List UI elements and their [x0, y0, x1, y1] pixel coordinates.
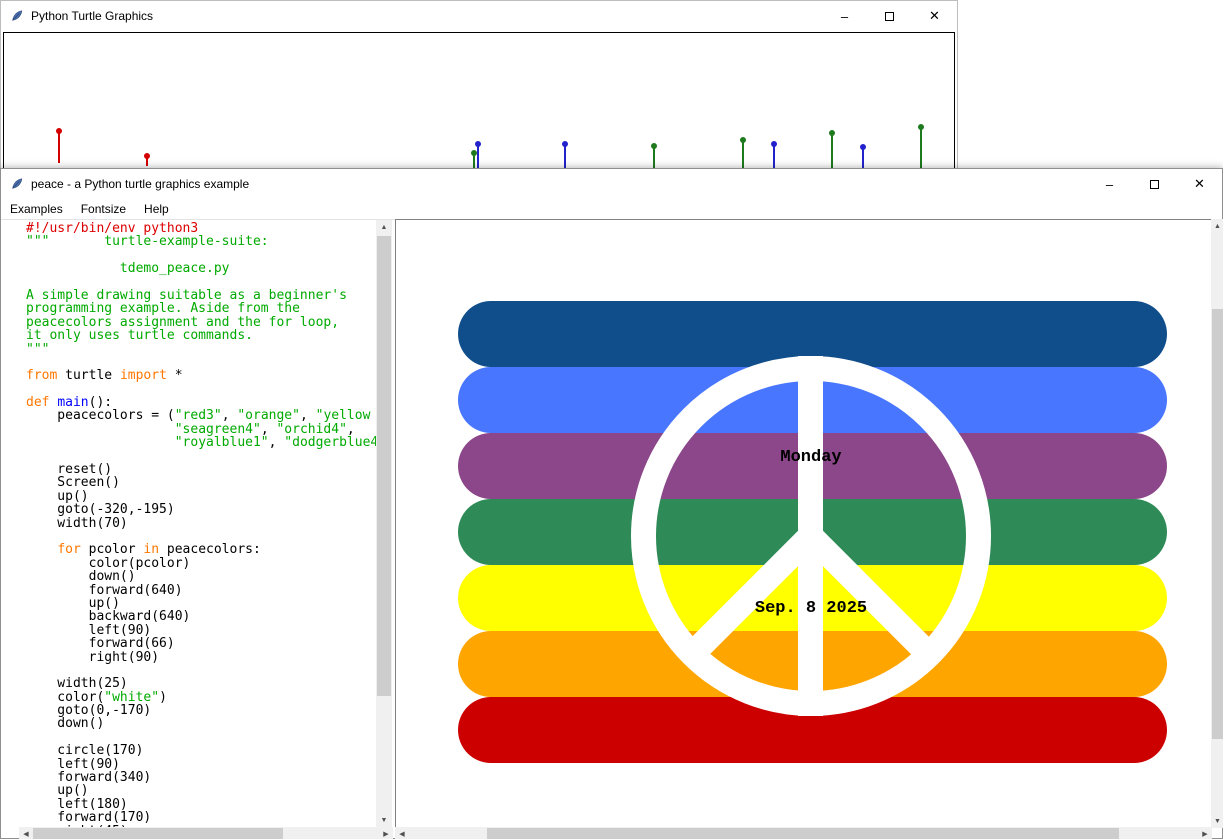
code-line: [26, 664, 376, 677]
close-button[interactable]: ✕: [1177, 169, 1222, 199]
scroll-left-icon[interactable]: ◀: [19, 827, 33, 839]
code-line: [26, 356, 376, 369]
front-titlebar[interactable]: peace - a Python turtle graphics example…: [1, 169, 1222, 199]
scrollbar-thumb[interactable]: [487, 828, 1119, 839]
scroll-up-icon[interactable]: ▲: [1211, 219, 1223, 233]
maximize-button[interactable]: [867, 1, 912, 31]
canvas-vertical-scrollbar[interactable]: ▲ ▼: [1211, 219, 1223, 828]
front-window-title: peace - a Python turtle graphics example: [31, 177, 249, 191]
code-line: def main():: [26, 396, 376, 409]
code-line: goto(-320,-195): [26, 503, 376, 516]
scroll-down-icon[interactable]: ▼: [1211, 814, 1223, 828]
scrollbar-thumb[interactable]: [377, 236, 391, 696]
code-line: down(): [26, 717, 376, 730]
minimize-button[interactable]: –: [822, 1, 867, 31]
canvas-text: Sep. 8 2025: [755, 599, 867, 618]
maximize-icon: [885, 12, 894, 21]
code-line: width(25): [26, 677, 376, 690]
peace-demo-window: peace - a Python turtle graphics example…: [0, 168, 1223, 839]
code-line: programming example. Aside from the: [26, 302, 376, 315]
turtle-figure: [146, 158, 148, 166]
code-line: up(): [26, 784, 376, 797]
menu-item-help[interactable]: Help: [135, 199, 178, 219]
code-line: backward(640): [26, 610, 376, 623]
code-line: peacecolors = ("red3", "orange", "yellow: [26, 409, 376, 422]
code-line: "seagreen4", "orchid4",: [26, 423, 376, 436]
turtle-figure: [862, 149, 864, 170]
maximize-icon: [1150, 180, 1159, 189]
minimize-button[interactable]: –: [1087, 169, 1132, 199]
code-line: [26, 731, 376, 744]
code-line: forward(66): [26, 637, 376, 650]
code-line: right(90): [26, 651, 376, 664]
code-line: circle(170): [26, 744, 376, 757]
code-line: goto(0,-170): [26, 704, 376, 717]
tk-feather-icon: [10, 9, 24, 23]
code-line: width(70): [26, 517, 376, 530]
code-line: Screen(): [26, 476, 376, 489]
code-vertical-scrollbar[interactable]: ▲ ▼: [376, 220, 392, 827]
code-line: forward(340): [26, 771, 376, 784]
scroll-right-icon[interactable]: ▶: [1198, 827, 1212, 839]
code-line: for pcolor in peacecolors:: [26, 543, 376, 556]
turtle-figure: [920, 129, 922, 170]
back-window-title: Python Turtle Graphics: [31, 9, 153, 23]
maximize-button[interactable]: [1132, 169, 1177, 199]
canvas-text: Monday: [780, 448, 841, 467]
code-line: [26, 276, 376, 289]
turtle-figure: [773, 146, 775, 170]
scroll-left-icon[interactable]: ◀: [395, 827, 409, 839]
code-line: it only uses turtle commands.: [26, 329, 376, 342]
code-line: """ turtle-example-suite:: [26, 235, 376, 248]
code-line: [26, 530, 376, 543]
code-line: """: [26, 343, 376, 356]
code-line: left(90): [26, 624, 376, 637]
code-line: [26, 249, 376, 262]
code-line: up(): [26, 597, 376, 610]
code-line: peacecolors assignment and the for loop,: [26, 316, 376, 329]
code-line: down(): [26, 570, 376, 583]
back-titlebar[interactable]: Python Turtle Graphics – ✕: [1, 1, 957, 31]
turtle-figure: [742, 142, 744, 170]
menu-bar: ExamplesFontsizeHelp: [1, 198, 1222, 220]
code-line: #!/usr/bin/env python3: [26, 222, 376, 235]
scrollbar-thumb[interactable]: [33, 828, 283, 839]
turtle-figure: [477, 146, 479, 170]
turtle-figure: [564, 146, 566, 170]
code-line: from turtle import *: [26, 369, 376, 382]
scroll-down-icon[interactable]: ▼: [376, 813, 392, 827]
code-text[interactable]: #!/usr/bin/env python3""" turtle-example…: [19, 220, 376, 827]
code-line: A simple drawing suitable as a beginner'…: [26, 289, 376, 302]
tk-feather-icon: [10, 177, 24, 191]
code-line: "royalblue1", "dodgerblue4: [26, 436, 376, 449]
code-line: tdemo_peace.py: [26, 262, 376, 275]
close-button[interactable]: ✕: [912, 1, 957, 31]
menu-item-examples[interactable]: Examples: [1, 199, 72, 219]
menu-item-fontsize[interactable]: Fontsize: [72, 199, 135, 219]
code-line: color("white"): [26, 691, 376, 704]
turtle-figure: [831, 135, 833, 170]
code-line: [26, 450, 376, 463]
code-line: left(180): [26, 798, 376, 811]
code-line: forward(170): [26, 811, 376, 824]
code-horizontal-scrollbar[interactable]: ◀ ▶: [19, 827, 393, 839]
code-line: [26, 383, 376, 396]
turtle-figure: [653, 148, 655, 170]
scroll-up-icon[interactable]: ▲: [376, 220, 392, 234]
code-line: up(): [26, 490, 376, 503]
scrollbar-thumb[interactable]: [1212, 309, 1223, 739]
code-line: forward(640): [26, 584, 376, 597]
code-line: left(90): [26, 758, 376, 771]
code-line: reset(): [26, 463, 376, 476]
code-line: color(pcolor): [26, 557, 376, 570]
turtle-figure: [473, 155, 475, 169]
scroll-right-icon[interactable]: ▶: [379, 827, 393, 839]
turtle-figure: [58, 133, 60, 163]
canvas-horizontal-scrollbar[interactable]: ◀ ▶: [395, 827, 1212, 839]
turtle-canvas: Monday Sep. 8 2025: [395, 219, 1212, 828]
